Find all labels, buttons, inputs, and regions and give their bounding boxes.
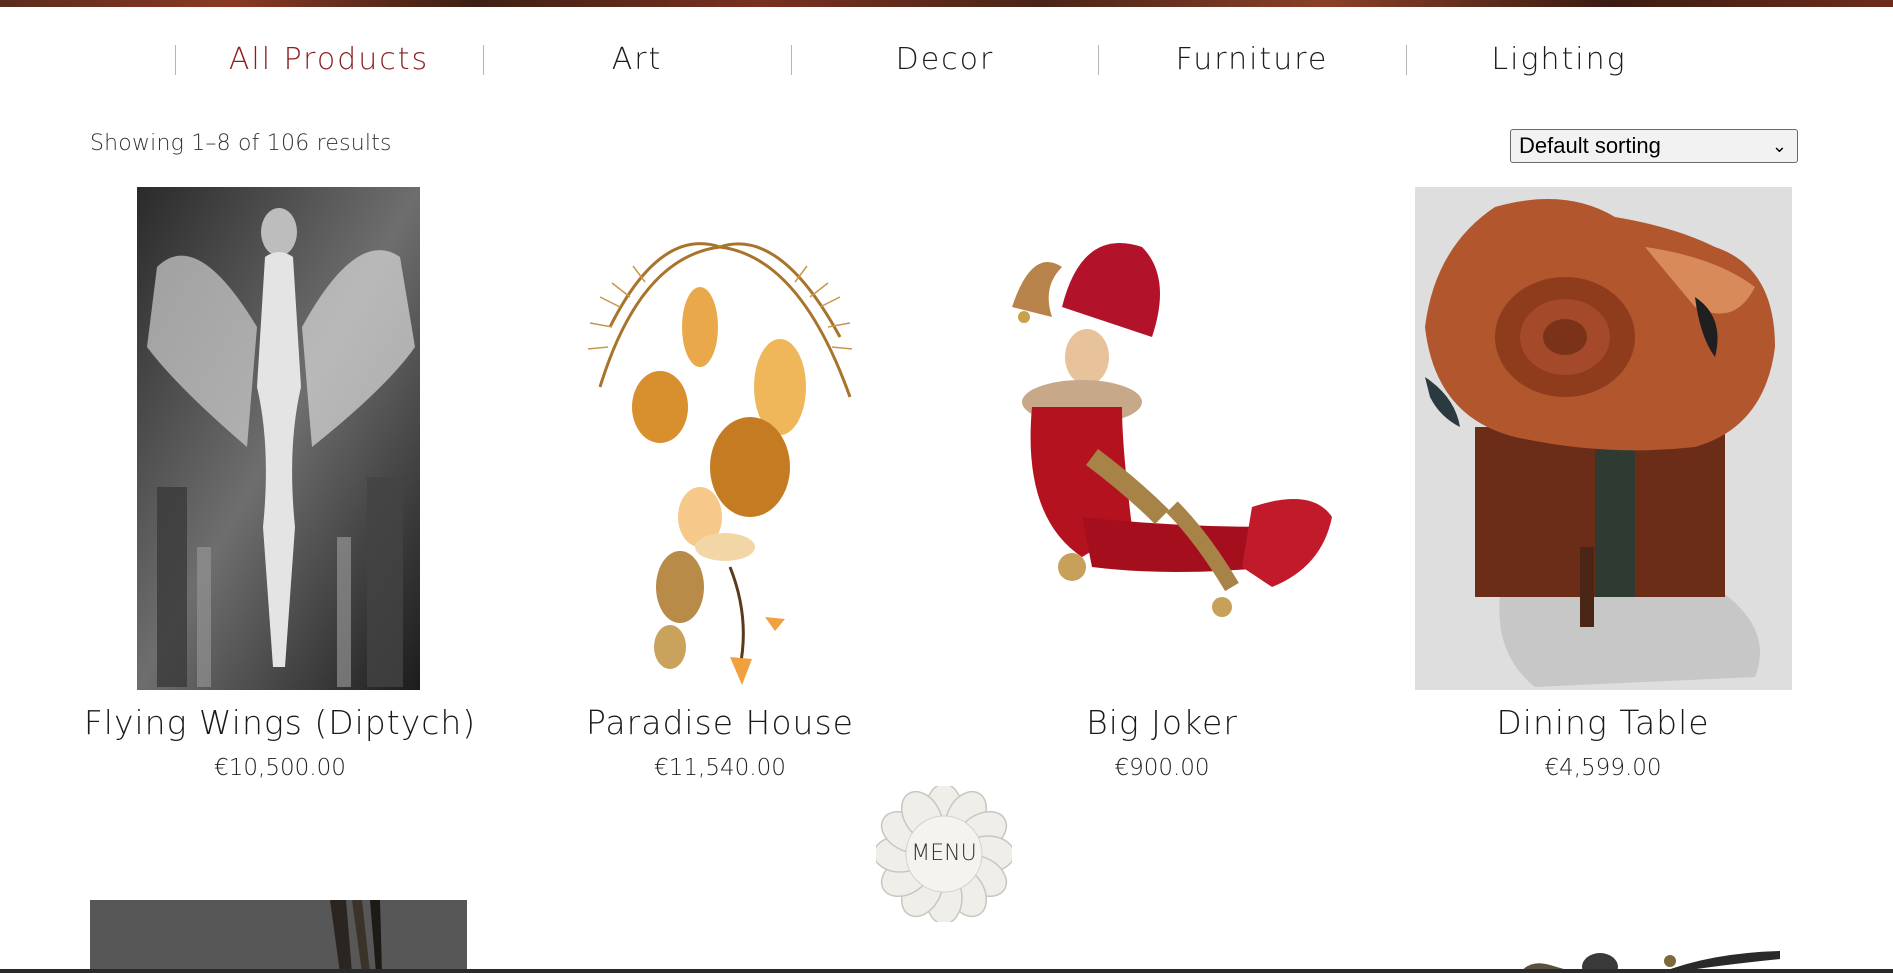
- product-image[interactable]: [972, 187, 1352, 690]
- product-name[interactable]: Paradise House: [490, 703, 950, 742]
- category-lighting[interactable]: Lighting: [1409, 30, 1709, 90]
- product-price: €11,540.00: [654, 755, 786, 781]
- nav-separator: [175, 45, 176, 75]
- category-furniture[interactable]: Furniture: [1102, 30, 1402, 90]
- nav-separator: [1098, 45, 1099, 75]
- product-image[interactable]: [90, 900, 467, 973]
- product-image[interactable]: [1415, 187, 1792, 690]
- header-banner-strip: [0, 0, 1893, 7]
- product-image[interactable]: [550, 187, 890, 690]
- category-art[interactable]: Art: [487, 30, 787, 90]
- product-name[interactable]: Flying Wings (Diptych): [50, 703, 510, 742]
- product-name[interactable]: Big Joker: [932, 703, 1392, 742]
- sort-selected-value: Default sorting: [1519, 133, 1661, 158]
- divider: [0, 969, 1893, 973]
- nav-separator: [791, 45, 792, 75]
- nav-separator: [1406, 45, 1407, 75]
- chevron-down-icon: ⌄: [1771, 136, 1787, 156]
- product-price: €4,599.00: [1544, 755, 1662, 781]
- product-name[interactable]: Dining Table: [1373, 703, 1833, 742]
- product-price: €10,500.00: [214, 755, 346, 781]
- sort-select[interactable]: Default sorting ⌄: [1510, 129, 1798, 163]
- product-image[interactable]: [137, 187, 420, 690]
- nav-separator: [483, 45, 484, 75]
- category-decor[interactable]: Decor: [795, 30, 1095, 90]
- menu-button[interactable]: MENU: [873, 783, 1015, 925]
- category-all-products[interactable]: All Products: [179, 30, 479, 90]
- menu-label[interactable]: MENU: [876, 786, 1012, 922]
- category-nav: All Products Art Decor Furniture Lightin…: [0, 30, 1893, 90]
- results-count: Showing 1–8 of 106 results: [90, 131, 392, 156]
- product-price: €900.00: [1114, 755, 1210, 781]
